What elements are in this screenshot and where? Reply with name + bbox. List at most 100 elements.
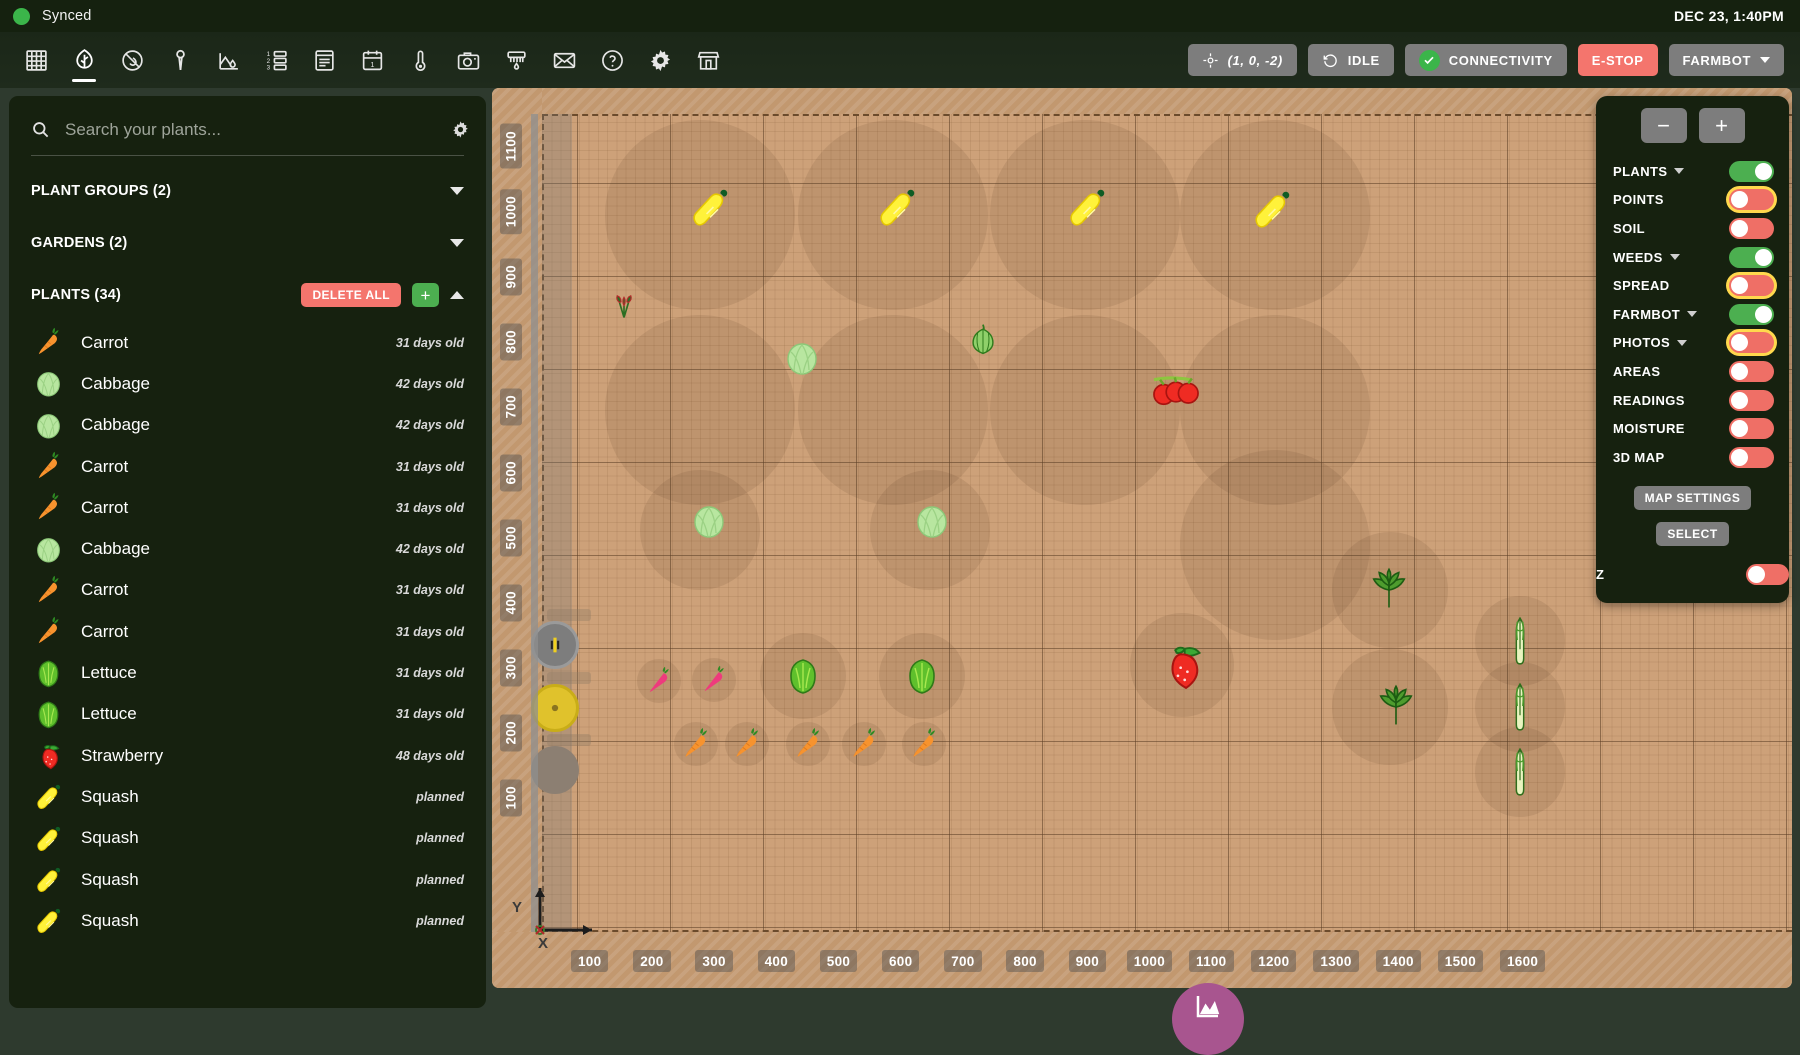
plant-list-item[interactable]: Cabbage 42 days old [9,405,486,446]
plot-fab-button[interactable] [1172,983,1244,1055]
nav-help-question-icon[interactable] [590,37,634,83]
map-plant-leek[interactable] [1509,747,1531,798]
map-plant-leek[interactable] [1509,682,1531,733]
layer-toggle[interactable] [1729,389,1774,411]
gardens-chevron-down-icon[interactable] [450,239,464,247]
plants-chevron-up-icon[interactable] [450,291,464,299]
map-plant-lettuce[interactable] [783,656,823,696]
layer-toggle[interactable] [1729,446,1774,468]
nav-events-calendar-icon[interactable]: 1 [350,37,394,83]
map-plant-cabbage[interactable] [689,501,729,541]
layer-toggle[interactable] [1729,303,1774,325]
layer-toggle[interactable] [1729,332,1774,354]
nav-messages-envelope-icon[interactable] [542,37,586,83]
map-plant-beet[interactable] [699,665,729,695]
layer-chevron-down-icon[interactable] [1669,254,1680,261]
map-plant-leek[interactable] [1509,616,1531,667]
layer-toggle[interactable] [1729,418,1774,440]
plant-list-item[interactable]: Carrot 31 days old [9,611,486,652]
delete-all-button[interactable]: DELETE ALL [301,283,401,307]
plant-list-item[interactable]: Cabbage 42 days old [9,363,486,404]
map-plant-cabbage[interactable] [782,338,822,378]
map-y-tick: 500 [500,518,522,557]
map-plant-carrot[interactable] [679,727,713,761]
search-settings-gear-icon[interactable] [451,120,470,144]
map-plant-squash[interactable] [1249,186,1295,232]
map-plant-carrot[interactable] [907,727,941,761]
chevron-down-icon [1760,57,1770,63]
layer-toggle[interactable] [1729,160,1774,182]
plant-list-item[interactable]: Lettuce 31 days old [9,694,486,735]
nav-points-pin-icon[interactable] [158,37,202,83]
map-plant-carrot[interactable] [847,727,881,761]
map-plant-beet[interactable] [644,666,674,696]
layer-toggle[interactable] [1729,217,1774,239]
map-plant-parsley[interactable] [1365,566,1413,614]
map-plant-onion[interactable] [965,321,1001,357]
account-menu-button[interactable]: FARMBOT [1668,44,1784,76]
plant-list-item[interactable]: Carrot 31 days old [9,322,486,363]
z-toggle[interactable] [1746,563,1789,585]
map-plant-lettuce[interactable] [902,656,942,696]
search-input[interactable] [65,119,395,140]
map-plant-cabbage[interactable] [912,501,952,541]
nav-weeds-icon[interactable] [110,37,154,83]
coordinate-value: (1, 0, -2) [1227,52,1283,68]
plant-list: Carrot 31 days old Cabbage 42 days old Cabba… [9,322,486,941]
zoom-out-button[interactable]: − [1640,108,1687,143]
layer-label: SPREAD [1613,278,1670,294]
nav-plants-leaf-icon[interactable] [62,37,106,83]
plant-list-item[interactable]: Squash planned [9,776,486,817]
map-plant-squash[interactable] [874,184,920,230]
select-button[interactable]: SELECT [1656,521,1729,546]
add-plant-button[interactable]: + [412,283,439,307]
tool-slot-seeder[interactable] [531,621,579,669]
map-plant-carrot[interactable] [730,727,764,761]
map-plant-parsley[interactable] [1372,683,1420,731]
plant-name: Cabbage [81,539,151,559]
layer-toggle[interactable] [1729,189,1774,211]
zoom-in-button[interactable]: + [1698,108,1745,143]
plant-list-item[interactable]: Squash planned [9,818,486,859]
nav-curves-icon[interactable] [206,37,250,83]
nav-sensors-thermometer-icon[interactable] [398,37,442,83]
plant-list-item[interactable]: Carrot 31 days old [9,446,486,487]
connectivity-button[interactable]: CONNECTIVITY [1404,44,1567,76]
nav-photos-camera-icon[interactable] [446,37,490,83]
plant-groups-section[interactable]: PLANT GROUPS (2) [31,170,464,212]
plant-groups-chevron-down-icon[interactable] [450,187,464,195]
tool-slot-weeder[interactable] [531,684,579,732]
plant-list-item[interactable]: Lettuce 31 days old [9,652,486,693]
layer-toggle[interactable] [1729,360,1774,382]
nav-tools-icon[interactable] [494,37,538,83]
idle-status-button[interactable]: IDLE [1307,44,1394,76]
layer-chevron-down-icon[interactable] [1674,168,1685,175]
map-plant-strawberry[interactable] [1155,638,1209,692]
gardens-section[interactable]: GARDENS (2) [31,222,464,264]
plant-list-item[interactable]: Carrot 31 days old [9,570,486,611]
plant-list-item[interactable]: Carrot 31 days old [9,487,486,528]
plant-list-item[interactable]: Squash planned [9,900,486,941]
map-x-tick: 600 [882,950,920,972]
plant-list-item[interactable]: Cabbage 42 days old [9,528,486,569]
e-stop-button[interactable]: E-STOP [1577,44,1658,76]
map-settings-button[interactable]: MAP SETTINGS [1633,485,1752,510]
map-plant-squash[interactable] [687,184,733,230]
plant-list-item[interactable]: Squash planned [9,859,486,900]
map-plant-weed[interactable] [609,292,639,322]
nav-farmware-shop-icon[interactable] [686,37,730,83]
map-plant-carrot[interactable] [791,727,825,761]
tool-slot-empty[interactable] [531,746,579,794]
plant-list-item[interactable]: Strawberry 48 days old [9,735,486,776]
map-plant-tomatoes[interactable] [1149,374,1203,411]
nav-regimens-icon[interactable] [302,37,346,83]
layer-toggle[interactable] [1729,275,1774,297]
nav-settings-gear-icon[interactable] [638,37,682,83]
nav-grid-icon[interactable] [14,37,58,83]
coordinate-button[interactable]: (1, 0, -2) [1187,44,1297,76]
layer-chevron-down-icon[interactable] [1687,311,1698,318]
layer-chevron-down-icon[interactable] [1677,339,1688,346]
map-plant-squash[interactable] [1064,184,1110,230]
nav-sequences-icon[interactable]: 1 2 3 [254,37,298,83]
layer-toggle[interactable] [1729,246,1774,268]
